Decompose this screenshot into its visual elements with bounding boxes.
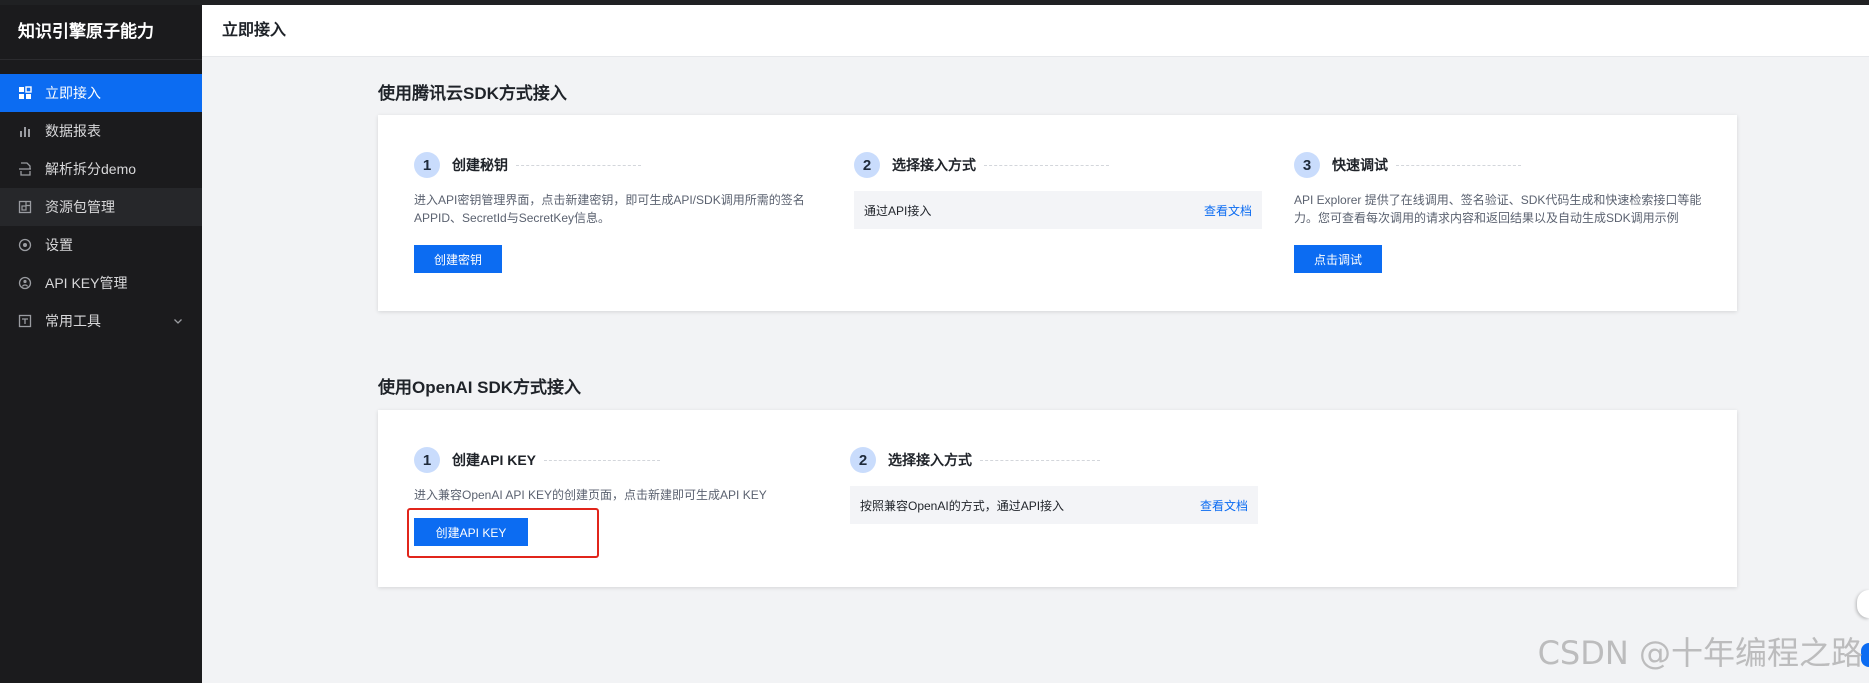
step-create-secret: 1 创建秘钥 进入API密钥管理界面，点击新建密钥，即可生成API/SDK调用所… bbox=[414, 152, 814, 227]
step-choose-method: 2 选择接入方式 通过API接入 查看文档 bbox=[854, 152, 1262, 229]
settings-icon bbox=[18, 238, 32, 252]
sidebar-item-label: 立即接入 bbox=[45, 85, 101, 101]
step-divider bbox=[516, 164, 641, 166]
openai-sdk-card: 1 创建API KEY 进入兼容OpenAI API KEY的创建页面，点击新建… bbox=[378, 410, 1737, 587]
tencent-sdk-section-title: 使用腾讯云SDK方式接入 bbox=[378, 84, 567, 103]
step-title: 选择接入方式 bbox=[888, 452, 972, 468]
tencent-sdk-card: 1 创建秘钥 进入API密钥管理界面，点击新建密钥，即可生成API/SDK调用所… bbox=[378, 115, 1737, 311]
sidebar-item-parse-demo[interactable]: 解析拆分demo bbox=[0, 150, 202, 188]
chevron-down-icon[interactable] bbox=[172, 314, 184, 326]
page-header: 立即接入 bbox=[202, 5, 1869, 57]
step-number: 2 bbox=[854, 152, 880, 178]
access-method-label: 通过API接入 bbox=[864, 203, 932, 218]
page-title: 立即接入 bbox=[222, 22, 287, 39]
step-divider bbox=[984, 164, 1109, 166]
package-icon bbox=[18, 200, 32, 214]
step-divider bbox=[544, 459, 661, 461]
sidebar-item-label: 解析拆分demo bbox=[45, 161, 137, 177]
sidebar-item-label: 常用工具 bbox=[45, 313, 101, 329]
access-method-box: 按照兼容OpenAI的方式，通过API接入 查看文档 bbox=[850, 486, 1258, 524]
create-api-key-button[interactable]: 创建API KEY bbox=[414, 518, 528, 546]
step-number: 1 bbox=[414, 447, 440, 473]
brand-title: 知识引擎原子能力 bbox=[0, 5, 202, 60]
sidebar-item-label: 设置 bbox=[45, 237, 73, 253]
quick-debug-button[interactable]: 点击调试 bbox=[1294, 245, 1382, 273]
step-number: 3 bbox=[1294, 152, 1320, 178]
toolbox-icon bbox=[18, 314, 32, 328]
openai-sdk-section-title: 使用OpenAI SDK方式接入 bbox=[378, 378, 582, 397]
step-title: 快速调试 bbox=[1332, 157, 1388, 173]
step-number: 1 bbox=[414, 152, 440, 178]
step-create-api-key: 1 创建API KEY 进入兼容OpenAI API KEY的创建页面，点击新建… bbox=[414, 447, 814, 504]
step-title: 创建秘钥 bbox=[452, 157, 508, 173]
step-divider bbox=[980, 459, 1100, 461]
sidebar-item-label: API KEY管理 bbox=[45, 275, 128, 291]
sidebar-item-data-report[interactable]: 数据报表 bbox=[0, 112, 202, 150]
step-quick-debug: 3 快速调试 API Explorer 提供了在线调用、签名验证、SDK代码生成… bbox=[1294, 152, 1706, 227]
step-number: 2 bbox=[850, 447, 876, 473]
create-secret-button[interactable]: 创建密钥 bbox=[414, 245, 502, 273]
sidebar-item-resource-package[interactable]: 资源包管理 bbox=[0, 188, 202, 226]
access-method-label: 按照兼容OpenAI的方式，通过API接入 bbox=[860, 498, 1065, 513]
sidebar-item-label: 数据报表 bbox=[45, 123, 101, 139]
document-split-icon bbox=[18, 162, 32, 176]
step-description: 进入兼容OpenAI API KEY的创建页面，点击新建即可生成API KEY bbox=[414, 488, 767, 502]
step-description: 进入API密钥管理界面，点击新建密钥，即可生成API/SDK调用所需的签名APP… bbox=[414, 193, 805, 225]
step-choose-method: 2 选择接入方式 按照兼容OpenAI的方式，通过API接入 查看文档 bbox=[850, 447, 1258, 524]
step-title: 创建API KEY bbox=[452, 452, 537, 468]
sidebar-item-tools[interactable]: 常用工具 bbox=[0, 302, 202, 340]
step-divider bbox=[1396, 164, 1521, 166]
step-description: API Explorer 提供了在线调用、签名验证、SDK代码生成和快速检索接口… bbox=[1294, 193, 1702, 225]
sidebar-item-settings[interactable]: 设置 bbox=[0, 226, 202, 264]
sidebar-menu: 立即接入 数据报表 解析拆分demo 资源包管理 设置 API KEY管理 常用… bbox=[0, 60, 202, 340]
floating-side-button[interactable] bbox=[1857, 590, 1869, 618]
view-docs-link[interactable]: 查看文档 bbox=[1204, 202, 1252, 219]
watermark: CSDN @十年编程之路 bbox=[1537, 634, 1863, 672]
sidebar-item-api-key[interactable]: API KEY管理 bbox=[0, 264, 202, 302]
sidebar-item-label: 资源包管理 bbox=[45, 199, 115, 215]
key-user-icon bbox=[18, 276, 32, 290]
sidebar: 知识引擎原子能力 立即接入 数据报表 解析拆分demo 资源包管理 设置 API… bbox=[0, 5, 202, 683]
bar-chart-icon bbox=[18, 124, 32, 138]
step-title: 选择接入方式 bbox=[892, 157, 976, 173]
sidebar-item-quick-access[interactable]: 立即接入 bbox=[0, 74, 202, 112]
grid-icon bbox=[18, 86, 32, 100]
view-docs-link[interactable]: 查看文档 bbox=[1200, 497, 1248, 514]
access-method-box: 通过API接入 查看文档 bbox=[854, 191, 1262, 229]
